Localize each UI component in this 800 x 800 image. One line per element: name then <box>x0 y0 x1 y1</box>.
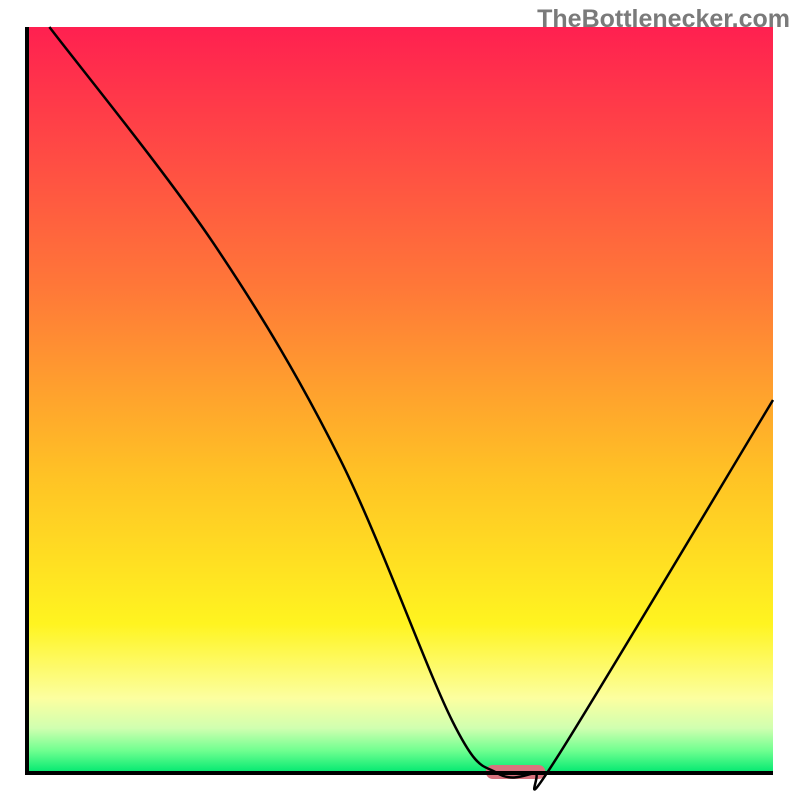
chart-svg <box>0 0 800 800</box>
chart-container: TheBottlenecker.com <box>0 0 800 800</box>
watermark-text: TheBottlenecker.com <box>537 5 790 34</box>
plot-background <box>27 27 773 773</box>
